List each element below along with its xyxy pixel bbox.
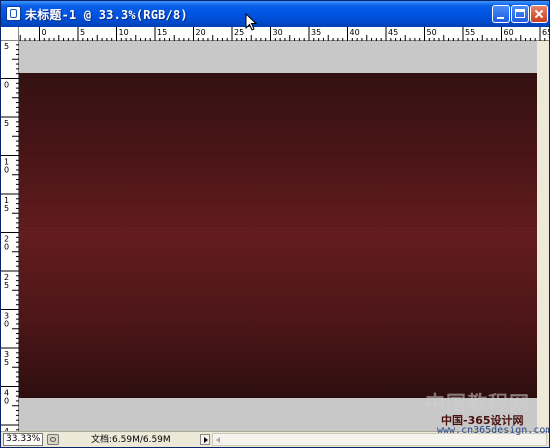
status-menu-arrow-button[interactable] [200, 434, 210, 445]
scroll-left-icon[interactable] [213, 434, 224, 445]
ruler-label: 5 [4, 358, 9, 367]
ruler-label: 0 [42, 28, 47, 37]
gradient-texture [19, 73, 537, 398]
ruler-label: 35 [311, 28, 321, 37]
maximize-icon [515, 9, 525, 18]
close-icon [531, 6, 547, 22]
ruler-label: 25 [234, 28, 244, 37]
watermark-url: www.cn365design.com [437, 425, 550, 436]
document-icon[interactable] [6, 6, 21, 21]
ruler-label: 30 [273, 28, 283, 37]
ruler-label: 0 [4, 166, 9, 175]
document-window: 未标题-1 @ 33.3%(RGB/8) 0 5 10 15 20 25 30 35 40 45 5… [0, 0, 550, 448]
minimize-icon [497, 17, 504, 19]
ruler-label: 15 [157, 28, 167, 37]
ruler-origin[interactable] [1, 27, 19, 41]
ruler-label: 5 [80, 28, 85, 37]
ruler-label: 40 [350, 28, 360, 37]
vertical-ruler[interactable]: 5051015202530354045 [1, 41, 19, 431]
ruler-label: 10 [119, 28, 129, 37]
zoom-level-field[interactable]: 33.33% [3, 433, 43, 446]
ruler-label: 65 [542, 28, 549, 37]
vertical-ruler-scale: 5051015202530354045 [1, 42, 19, 431]
close-button[interactable] [530, 5, 548, 23]
ruler-label: 20 [196, 28, 206, 37]
maximize-button[interactable] [511, 5, 529, 23]
ruler-label: 0 [4, 397, 9, 406]
watermark: 中国教程网 中国-365设计网 www.cn365design.com [419, 387, 550, 436]
ruler-label: 5 [4, 281, 9, 290]
ruler-label: 50 [427, 28, 437, 37]
ruler-label: 45 [388, 28, 398, 37]
horizontal-ruler-scale: 0 5 10 15 20 25 30 35 40 45 50 55 60 65 [19, 27, 549, 41]
ruler-label: 55 [465, 28, 475, 37]
document-canvas[interactable] [19, 73, 537, 398]
ruler-label: 0 [4, 81, 9, 90]
ruler-label: 5 [4, 204, 9, 213]
vertical-scrollbar[interactable] [537, 41, 549, 431]
document-size-info: 文档:6.59M/6.59M [91, 435, 171, 445]
ruler-label: 60 [504, 28, 514, 37]
mouse-cursor-icon [245, 13, 258, 31]
canvas-pasteboard[interactable] [19, 41, 537, 431]
ruler-label: 0 [4, 320, 9, 329]
minimize-button[interactable] [492, 5, 510, 23]
window-title: 未标题-1 @ 33.3%(RGB/8) [25, 8, 188, 22]
ruler-label: 5 [4, 42, 9, 51]
horizontal-ruler[interactable]: 0 5 10 15 20 25 30 35 40 45 50 55 60 65 [19, 27, 549, 41]
status-info-icon[interactable] [47, 434, 59, 445]
ruler-label: 5 [4, 119, 9, 128]
title-bar[interactable]: 未标题-1 @ 33.3%(RGB/8) [1, 1, 549, 27]
ruler-label: 0 [4, 243, 9, 252]
